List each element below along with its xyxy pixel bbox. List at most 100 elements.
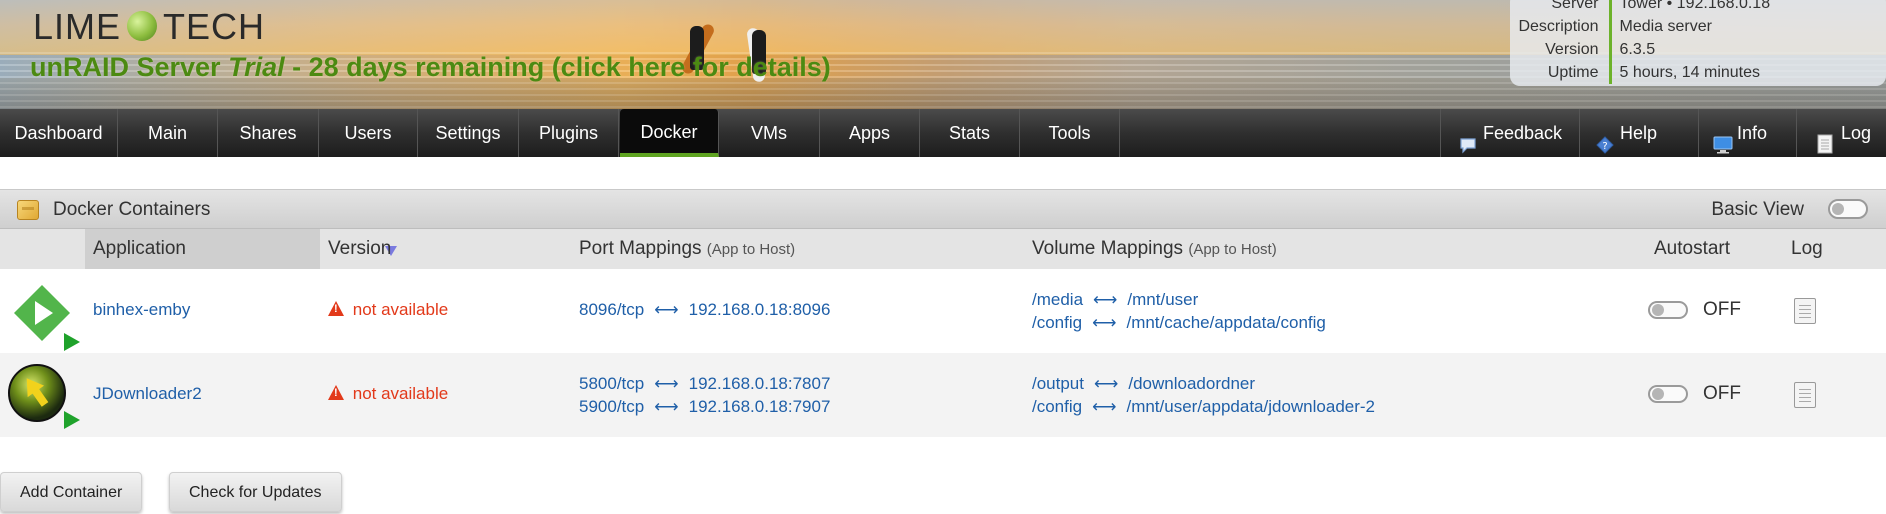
tab-stats[interactable]: Stats [920, 109, 1020, 157]
autostart-toggle[interactable] [1648, 385, 1688, 403]
log-label: Log [1841, 123, 1872, 143]
server-info-value: Tower • 192.168.0.18 [1619, 0, 1771, 12]
column-volume-mappings-sub: (App to Host) [1188, 241, 1277, 258]
bidirectional-arrow-icon: ⟷ [1092, 397, 1117, 416]
volume-host: /mnt/user [1127, 290, 1199, 309]
volume-mappings: /output ⟷ /downloadordner /config ⟷ /mnt/use… [1032, 372, 1375, 418]
warning-icon [328, 385, 344, 400]
port-host: 192.168.0.18:8096 [688, 300, 831, 319]
table-header: Application Version Port Mappings (App t… [0, 229, 1886, 269]
port-app: 8096/tcp [579, 300, 645, 319]
server-info-value: 6.3.5 [1619, 41, 1656, 58]
emby-app-icon[interactable] [12, 283, 80, 351]
tab-settings[interactable]: Settings [418, 109, 519, 157]
svg-text:?: ? [1602, 141, 1607, 152]
log-button[interactable]: Log [1796, 109, 1886, 157]
panel-title: Docker Containers [53, 199, 211, 220]
server-info-row: Description Media server [1510, 15, 1770, 38]
help-button[interactable]: ? Help [1579, 109, 1698, 157]
server-info-label: Uptime [1510, 61, 1612, 84]
volume-mapping: /config ⟷ /mnt/cache/appdata/config [1032, 311, 1326, 334]
trial-suffix: - 28 days remaining (click here for deta… [284, 52, 831, 82]
bidirectional-arrow-icon: ⟷ [1093, 290, 1118, 309]
bidirectional-arrow-icon: ⟷ [654, 397, 679, 416]
volume-app: /config [1032, 397, 1083, 416]
tab-apps[interactable]: Apps [820, 109, 920, 157]
port-mappings: 5800/tcp ⟷ 192.168.0.18:7807 5900/tcp ⟷ 192.… [579, 372, 830, 418]
add-container-button[interactable]: Add Container [0, 472, 143, 512]
version-status-text: not available [352, 384, 449, 403]
tab-shares[interactable]: Shares [218, 109, 319, 157]
server-info-value: Media server [1619, 18, 1712, 35]
bidirectional-arrow-icon: ⟷ [654, 300, 679, 319]
log-document-icon[interactable] [1794, 298, 1816, 324]
column-autostart: Autostart [1654, 238, 1731, 259]
bidirectional-arrow-icon: ⟷ [654, 374, 679, 393]
trial-prefix: unRAID Server [30, 52, 229, 82]
info-button[interactable]: Info [1698, 109, 1796, 157]
column-port-mappings-sub: (App to Host) [706, 241, 796, 258]
tab-plugins[interactable]: Plugins [519, 109, 619, 157]
volume-app: /media [1032, 290, 1084, 309]
autostart-state: OFF [1703, 383, 1741, 404]
table-row: JDownloader2 not available 5800/tcp ⟷ 192.… [0, 353, 1886, 437]
play-icon [64, 411, 80, 429]
column-volume-mappings: Volume Mappings (App to Host) [1032, 229, 1277, 270]
monitor-icon [1713, 124, 1733, 154]
feedback-button[interactable]: Feedback [1440, 109, 1579, 157]
volume-mapping: /output ⟷ /downloadordner [1032, 372, 1375, 395]
volume-mappings: /media ⟷ /mnt/user /config ⟷ /mnt/cache/appd… [1032, 288, 1326, 334]
volume-app: /config [1032, 313, 1083, 332]
bidirectional-arrow-icon: ⟷ [1094, 374, 1119, 393]
logo-text-left: LIME [33, 6, 122, 47]
port-app: 5900/tcp [579, 397, 645, 416]
volume-mapping: /config ⟷ /mnt/user/appdata/jdownloader-2 [1032, 395, 1375, 418]
server-info-label: Version [1510, 38, 1612, 61]
header-banner: LIME TECH unRAID Server Trial - 28 days r… [0, 0, 1886, 109]
tab-dashboard[interactable]: Dashboard [0, 109, 118, 157]
column-volume-mappings-label: Volume Mappings [1032, 238, 1184, 259]
server-info-value: 5 hours, 14 minutes [1619, 64, 1761, 81]
basic-view-toggle[interactable] [1828, 199, 1868, 219]
tab-vms[interactable]: VMs [719, 109, 820, 157]
tab-main[interactable]: Main [118, 109, 218, 157]
box-icon [17, 200, 39, 220]
column-application[interactable]: Application [85, 229, 397, 269]
container-name-link[interactable]: JDownloader2 [93, 384, 202, 404]
tab-users[interactable]: Users [319, 109, 418, 157]
version-status-text: not available [352, 300, 449, 319]
volume-mapping: /media ⟷ /mnt/user [1032, 288, 1326, 311]
server-info-row: Uptime 5 hours, 14 minutes [1510, 61, 1770, 84]
server-info-panel: Server Tower • 192.168.0.18 Description Me… [1510, 0, 1886, 86]
autostart-toggle[interactable] [1648, 301, 1688, 319]
speech-bubble-icon [1459, 124, 1477, 154]
volume-host: /mnt/cache/appdata/config [1126, 313, 1326, 332]
help-diamond-icon: ? [1596, 124, 1614, 154]
autostart-state: OFF [1703, 299, 1741, 320]
server-info-row: Version 6.3.5 [1510, 38, 1770, 61]
column-port-mappings-label: Port Mappings [579, 238, 702, 259]
help-label: Help [1620, 123, 1658, 143]
warning-icon [328, 301, 344, 316]
limetech-logo[interactable]: LIME TECH [33, 6, 265, 48]
info-label: Info [1737, 123, 1768, 143]
check-for-updates-button[interactable]: Check for Updates [169, 472, 342, 512]
jdownloader-app-icon[interactable] [7, 363, 80, 429]
tab-docker[interactable]: Docker [620, 109, 719, 157]
trial-link[interactable]: unRAID Server Trial - 28 days remaining … [30, 52, 831, 83]
main-nav: Dashboard Main Shares Users Settings Plu… [0, 109, 1886, 157]
port-host: 192.168.0.18:7807 [688, 374, 831, 393]
lime-logo-icon [127, 11, 158, 41]
column-application-label: Application [93, 238, 186, 259]
container-name-link[interactable]: binhex-emby [93, 300, 190, 320]
bidirectional-arrow-icon: ⟷ [1092, 313, 1117, 332]
tab-tools[interactable]: Tools [1020, 109, 1120, 157]
port-mapping: 5800/tcp ⟷ 192.168.0.18:7807 [579, 372, 830, 395]
port-app: 5800/tcp [579, 374, 645, 393]
volume-host: /mnt/user/appdata/jdownloader-2 [1126, 397, 1376, 416]
log-document-icon[interactable] [1794, 382, 1816, 408]
volume-host: /downloadordner [1128, 374, 1256, 393]
version-status: not available [328, 300, 448, 320]
port-mapping: 5900/tcp ⟷ 192.168.0.18:7907 [579, 395, 830, 418]
column-port-mappings: Port Mappings (App to Host) [579, 229, 795, 270]
